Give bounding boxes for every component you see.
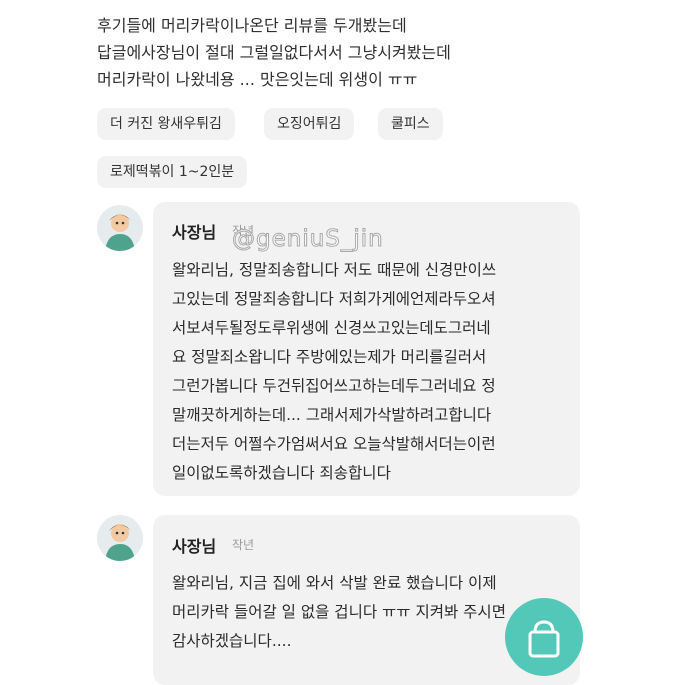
reply-line: 왈와리님, 지금 집에 와서 삭발 완료 했습니다 이제 [172,574,497,592]
shopping-bag-icon [528,620,560,658]
menu-tag-coolpis[interactable]: 쿨피스 [378,108,443,140]
menu-tag-tteokbokki[interactable]: 로제떡볶이 1~2인분 [97,156,248,188]
review-line: 후기들에 머리카락이나온단 리뷰를 두개봤는데 [97,16,407,35]
reply-line: 그런가봅니다 두건뒤집어쓰고하는데두그러네요 정 [172,377,496,395]
owner-avatar-icon [97,205,143,251]
watermark-text: @geniuS_jin [232,226,384,253]
owner-avatar-icon [97,515,143,561]
reply-line: 일이없도록하겠습니다 죄송합니다 [172,464,391,482]
review-line: 머리카락이 나왔네용 ... 맛은잇는데 위생이 ㅠㅠ [97,70,418,89]
menu-tag-shrimp[interactable]: 더 커진 왕새우튀김 [97,108,235,140]
cart-fab-button[interactable] [505,598,583,676]
reply-line: 머리카락 들어갈 일 없을 겁니다 ㅠㅠ 지켜봐 주시면 [172,603,506,621]
reply-body: 왈와리님, 지금 집에 와서 삭발 완료 했습니다 이제 머리카락 들어갈 일 … [172,569,506,656]
reply-author: 사장님 [172,223,217,242]
reply-line: 서보셔두될정도루위생에 신경쓰고있는데도그러네 [172,319,491,337]
reply-body: 왈와리님, 정말죄송합니다 저도 때문에 신경만이쓰 고있는데 정말죄송합니다 … [172,256,496,488]
review-text: 후기들에 머리카락이나온단 리뷰를 두개봤는데 답글에사장님이 절대 그럴일없다… [97,12,667,93]
review-line: 답글에사장님이 절대 그럴일없다서서 그냥시켜봤는데 [97,43,451,62]
reply-line: 고있는데 정말죄송합니다 저희가게에언제라두오셔 [172,290,496,308]
menu-tag-squid[interactable]: 오징어튀김 [264,108,355,140]
reply-time: 작년 [232,538,255,552]
reply-line: 더는저두 어쩔수가엄써서요 오늘삭발해서더는이런 [172,435,496,453]
reply-line: 감사하겠습니다.... [172,632,292,650]
reply-line: 요 정말죄소왑니다 주방에있는제가 머리를길러서 [172,348,487,366]
reply-line: 왈와리님, 정말죄송합니다 저도 때문에 신경만이쓰 [172,261,497,279]
reply-line: 말깨끗하게하는데... 그래서제가삭발하려고합니다 [172,406,492,424]
reply-author: 사장님 [172,537,217,556]
